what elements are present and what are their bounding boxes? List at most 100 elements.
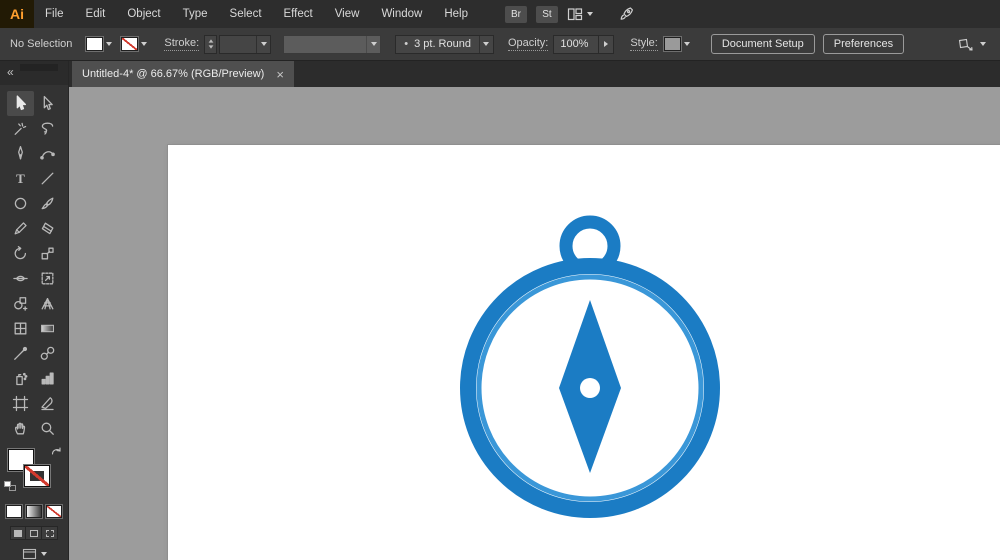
eyedropper-tool[interactable] <box>7 341 34 366</box>
style-picker[interactable] <box>663 37 690 51</box>
opacity-expand-button[interactable] <box>599 34 615 54</box>
rocket-icon[interactable] <box>618 6 634 22</box>
style-swatch <box>663 37 681 51</box>
style-label[interactable]: Style: <box>630 37 658 51</box>
type-tool[interactable]: T <box>7 166 34 191</box>
control-bar: No Selection Stroke: • 3 pt. Round Opaci… <box>0 28 1000 61</box>
opacity-field[interactable]: 100% <box>553 34 600 54</box>
tools-grid: T <box>0 91 68 441</box>
stepper-down-icon <box>208 45 214 49</box>
document-setup-button[interactable]: Document Setup <box>710 34 815 54</box>
menu-item-view[interactable]: View <box>324 0 371 28</box>
preferences-button[interactable]: Preferences <box>822 34 905 54</box>
chevron-down-icon <box>370 42 377 46</box>
slice-tool[interactable] <box>34 391 61 416</box>
workspace-icon[interactable] <box>567 7 593 22</box>
rotate-tool[interactable] <box>7 241 34 266</box>
menu-item-type[interactable]: Type <box>172 0 219 28</box>
perspective-grid-tool[interactable] <box>34 291 61 316</box>
stroke-swatch-none <box>121 37 139 51</box>
chevron-right-icon <box>604 41 609 47</box>
menu-item-edit[interactable]: Edit <box>75 0 117 28</box>
pen-tool[interactable] <box>7 141 34 166</box>
ellipse-tool[interactable] <box>7 191 34 216</box>
eraser-tool[interactable] <box>34 216 61 241</box>
chevron-down-icon <box>141 42 148 46</box>
draw-inside-mode[interactable] <box>42 526 58 540</box>
brush-definition-combo[interactable]: • 3 pt. Round <box>395 34 494 54</box>
selection-tool[interactable] <box>7 91 34 116</box>
menu-item-effect[interactable]: Effect <box>273 0 324 28</box>
draw-normal-mode[interactable] <box>10 526 26 540</box>
menu-items: File Edit Object Type Select Effect View Window… <box>34 0 479 28</box>
opacity-label[interactable]: Opacity: <box>507 37 549 51</box>
default-fill-stroke-icon[interactable] <box>4 481 16 491</box>
hand-tool[interactable] <box>7 416 34 441</box>
paintbrush-tool[interactable] <box>34 191 61 216</box>
chevron-down-icon <box>980 42 986 46</box>
brush-name: 3 pt. Round <box>414 38 471 50</box>
stroke-weight-combo[interactable] <box>219 34 272 54</box>
width-tool[interactable] <box>7 266 34 291</box>
chevron-down-icon <box>683 42 690 46</box>
screen-mode-icon[interactable] <box>22 548 37 560</box>
fill-color-picker[interactable] <box>86 37 113 51</box>
blend-tool[interactable] <box>34 341 61 366</box>
panel-drag-notch[interactable] <box>20 64 58 71</box>
artboard-tool[interactable] <box>7 391 34 416</box>
fill-stroke-indicator <box>4 447 64 499</box>
mesh-tool[interactable] <box>7 316 34 341</box>
line-segment-tool[interactable] <box>34 166 61 191</box>
lasso-tool[interactable] <box>34 116 61 141</box>
magic-wand-tool[interactable] <box>7 116 34 141</box>
fill-swatch <box>86 37 104 51</box>
shape-builder-tool[interactable] <box>7 291 34 316</box>
canvas[interactable] <box>69 87 1000 560</box>
free-transform-tool[interactable] <box>34 266 61 291</box>
menu-item-window[interactable]: Window <box>370 0 433 28</box>
menubar-icons: Br St <box>505 5 634 23</box>
shaper-tool[interactable] <box>7 216 34 241</box>
chevron-down-icon <box>106 42 113 46</box>
stroke-box[interactable] <box>24 465 50 487</box>
stroke-weight-stepper[interactable] <box>204 34 218 54</box>
menu-item-file[interactable]: File <box>34 0 75 28</box>
selection-status-label: No Selection <box>10 38 73 50</box>
menu-item-object[interactable]: Object <box>116 0 171 28</box>
compass-center-dot <box>580 378 600 398</box>
chevron-down-icon <box>587 12 593 16</box>
stock-icon[interactable]: St <box>536 5 558 23</box>
chevron-down-icon[interactable] <box>40 552 47 556</box>
none-button[interactable] <box>46 505 62 518</box>
collapse-panel-icon[interactable]: « <box>7 65 14 79</box>
scale-tool[interactable] <box>34 241 61 266</box>
menu-item-help[interactable]: Help <box>433 0 479 28</box>
draw-behind-mode[interactable] <box>26 526 42 540</box>
screen-mode-control <box>0 548 68 560</box>
tool-panel: « T <box>0 61 69 560</box>
stroke-weight-label[interactable]: Stroke: <box>164 37 200 51</box>
zoom-tool[interactable] <box>34 416 61 441</box>
control-panel-menu[interactable] <box>958 37 986 52</box>
color-button[interactable] <box>6 505 22 518</box>
menu-bar: Ai File Edit Object Type Select Effect View Win… <box>0 0 1000 28</box>
document-tab[interactable]: Untitled-4* @ 66.67% (RGB/Preview) × <box>72 61 294 87</box>
document-tab-title: Untitled-4* @ 66.67% (RGB/Preview) <box>82 68 265 80</box>
swap-fill-stroke-icon[interactable] <box>51 447 62 457</box>
app-logo: Ai <box>0 0 34 28</box>
symbol-sprayer-tool[interactable] <box>7 366 34 391</box>
curvature-tool[interactable] <box>34 141 61 166</box>
menu-item-select[interactable]: Select <box>219 0 273 28</box>
gradient-tool[interactable] <box>34 316 61 341</box>
close-icon[interactable]: × <box>276 68 284 81</box>
column-graph-tool[interactable] <box>34 366 61 391</box>
stepper-up-icon <box>208 39 214 43</box>
bridge-icon[interactable]: Br <box>505 5 527 23</box>
stroke-color-picker[interactable] <box>121 37 148 51</box>
compass-artwork <box>460 215 720 518</box>
none-slash-icon <box>47 506 61 517</box>
gradient-button[interactable] <box>26 505 42 518</box>
direct-selection-tool[interactable] <box>34 91 61 116</box>
variable-width-profile-combo[interactable] <box>283 34 382 54</box>
color-mode-row <box>0 505 68 518</box>
